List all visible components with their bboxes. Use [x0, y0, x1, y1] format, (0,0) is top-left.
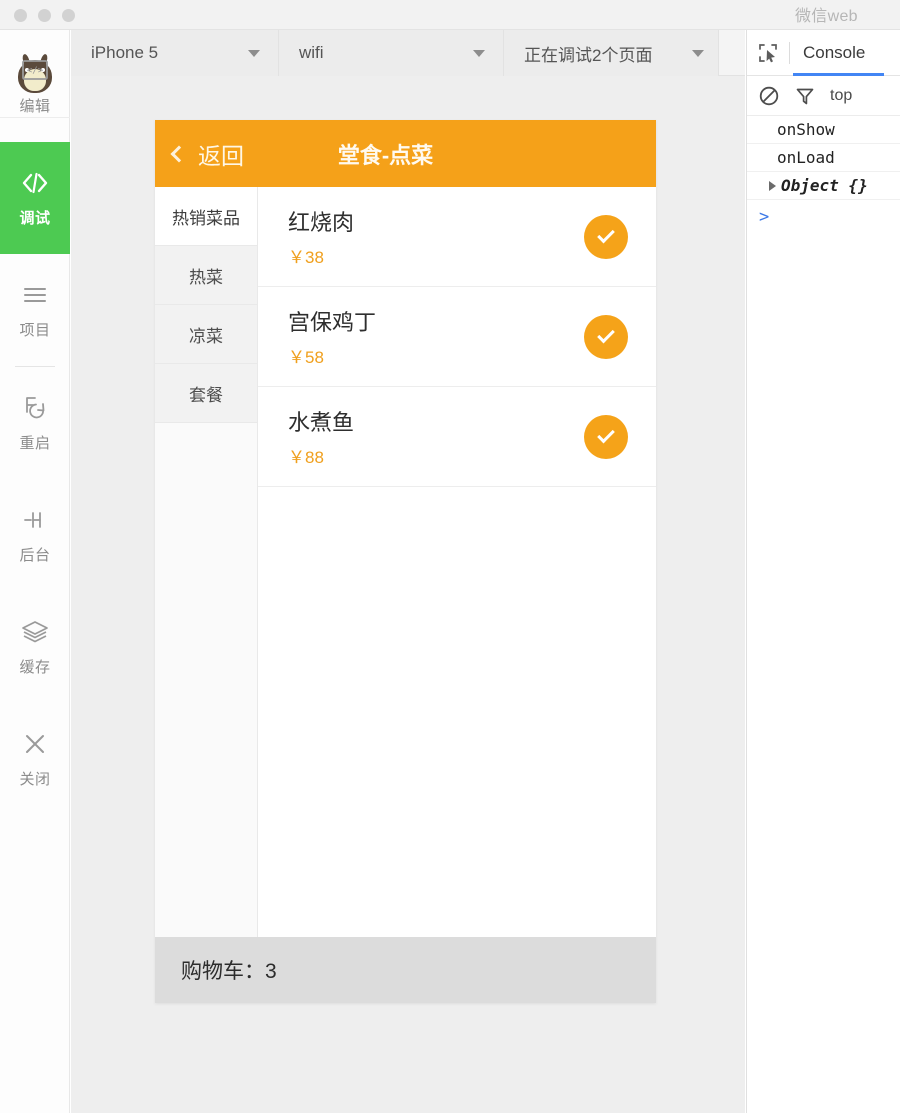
console-context-selector[interactable]: top: [830, 87, 852, 105]
rail-item-label: 项目: [19, 319, 50, 340]
close-window-button[interactable]: [14, 9, 27, 22]
category-label: 凉菜: [189, 322, 223, 347]
tab-console-label: Console: [803, 43, 865, 63]
chevron-down-icon: [692, 50, 704, 57]
dish-price: ￥88: [288, 443, 584, 468]
simulator-stage: 返回 堂食-点菜 热销菜品 热菜 凉菜 套餐: [71, 76, 745, 1113]
rail-item-label: 关闭: [19, 768, 50, 789]
dish-selected-check-icon[interactable]: [584, 215, 628, 259]
toolbar-spacer: [719, 30, 745, 75]
window-traffic-lights: [14, 9, 75, 22]
rail-item-label: 重启: [19, 432, 50, 453]
app-navbar: 返回 堂食-点菜: [155, 120, 656, 187]
zoom-window-button[interactable]: [62, 9, 75, 22]
dish-price: ￥58: [288, 343, 584, 368]
console-log: onShow onLoad Object {} >: [747, 116, 900, 234]
chevron-left-icon: [171, 145, 188, 162]
chevron-down-icon: [473, 50, 485, 57]
code-window-icon: </>: [20, 56, 50, 86]
network-select[interactable]: wifi: [279, 30, 504, 76]
category-label: 热销菜品: [172, 204, 240, 229]
rail-item-label: 缓存: [19, 656, 50, 677]
category-item-hot-dishes[interactable]: 热菜: [155, 246, 257, 305]
close-x-icon: [20, 729, 50, 759]
back-button[interactable]: 返回: [155, 137, 244, 171]
console-object-label: Object {}: [781, 176, 868, 195]
left-rail: </> 编辑 调试 项目: [0, 30, 70, 1113]
dish-name: 红烧肉: [288, 205, 584, 237]
window-title: 微信web: [795, 2, 900, 26]
console-log-line-object[interactable]: Object {}: [747, 172, 900, 200]
device-select-value: iPhone 5: [91, 43, 158, 63]
background-icon: [20, 505, 50, 535]
console-filter-bar: top: [747, 76, 900, 116]
restart-icon: [20, 393, 50, 423]
phone-screen: 返回 堂食-点菜 热销菜品 热菜 凉菜 套餐: [155, 120, 656, 1003]
layers-icon: [20, 617, 50, 647]
svg-text:</>: </>: [27, 66, 44, 76]
devtools-panel: Console top onShow onLoad Object {} >: [746, 30, 900, 1113]
console-log-line: onLoad: [747, 144, 900, 172]
clear-console-icon[interactable]: [758, 85, 780, 107]
back-button-label: 返回: [198, 137, 244, 171]
debug-pages-select[interactable]: 正在调试2个页面: [504, 30, 719, 76]
window-titlebar: 微信web: [0, 0, 900, 30]
dish-name: 宫保鸡丁: [288, 305, 584, 337]
rail-item-close[interactable]: 关闭: [0, 703, 70, 815]
minimize-window-button[interactable]: [38, 9, 51, 22]
inspect-element-button[interactable]: [747, 30, 789, 76]
lines-icon: [20, 280, 50, 310]
rail-item-label: 编辑: [19, 95, 50, 116]
filter-funnel-icon[interactable]: [794, 85, 816, 107]
console-log-line: onShow: [747, 116, 900, 144]
debug-pages-value: 正在调试2个页面: [524, 41, 652, 66]
dish-name: 水煮鱼: [288, 405, 584, 437]
dish-selected-check-icon[interactable]: [584, 315, 628, 359]
category-label: 套餐: [189, 381, 223, 406]
category-label: 热菜: [189, 263, 223, 288]
rail-item-project[interactable]: 项目: [0, 254, 70, 366]
rail-item-background[interactable]: 后台: [0, 479, 70, 591]
dish-info: 水煮鱼 ￥88: [288, 405, 584, 468]
code-brackets-icon: [20, 168, 50, 198]
dish-selected-check-icon[interactable]: [584, 415, 628, 459]
rail-item-edit[interactable]: </> 编辑: [0, 30, 70, 142]
device-select[interactable]: iPhone 5: [71, 30, 279, 76]
dish-list: 红烧肉 ￥38 宫保鸡丁 ￥58: [258, 187, 656, 937]
wechat-devtools-window: 微信web </> 编辑 调试: [0, 0, 900, 1113]
network-select-value: wifi: [299, 43, 324, 63]
dish-row[interactable]: 红烧肉 ￥38: [258, 187, 656, 287]
rail-item-label: 后台: [19, 544, 50, 565]
menu-body: 热销菜品 热菜 凉菜 套餐 红烧肉: [155, 187, 656, 937]
rail-item-label: 调试: [19, 207, 50, 228]
dish-row[interactable]: 宫保鸡丁 ￥58: [258, 287, 656, 387]
rail-item-restart[interactable]: 重启: [0, 367, 70, 479]
simulator-toolbar: iPhone 5 wifi 正在调试2个页面: [71, 30, 745, 76]
dish-price: ￥38: [288, 243, 584, 268]
dish-info: 宫保鸡丁 ￥58: [288, 305, 584, 368]
category-item-set-meal[interactable]: 套餐: [155, 364, 257, 423]
dish-info: 红烧肉 ￥38: [288, 205, 584, 268]
chevron-down-icon: [248, 50, 260, 57]
category-list: 热销菜品 热菜 凉菜 套餐: [155, 187, 258, 937]
tab-console[interactable]: Console: [790, 30, 878, 76]
inspect-element-icon: [757, 42, 779, 64]
devtools-tabbar: Console: [747, 30, 900, 76]
rail-item-debug[interactable]: 调试: [0, 142, 70, 254]
console-prompt[interactable]: >: [747, 200, 900, 234]
dish-row[interactable]: 水煮鱼 ￥88: [258, 387, 656, 487]
cart-label: 购物车：3: [181, 955, 277, 985]
cart-bar[interactable]: 购物车：3: [155, 937, 656, 1003]
expand-triangle-icon[interactable]: [769, 181, 776, 191]
category-item-cold-dishes[interactable]: 凉菜: [155, 305, 257, 364]
category-item-hot-sellers[interactable]: 热销菜品: [155, 187, 257, 246]
rail-item-cache[interactable]: 缓存: [0, 591, 70, 703]
